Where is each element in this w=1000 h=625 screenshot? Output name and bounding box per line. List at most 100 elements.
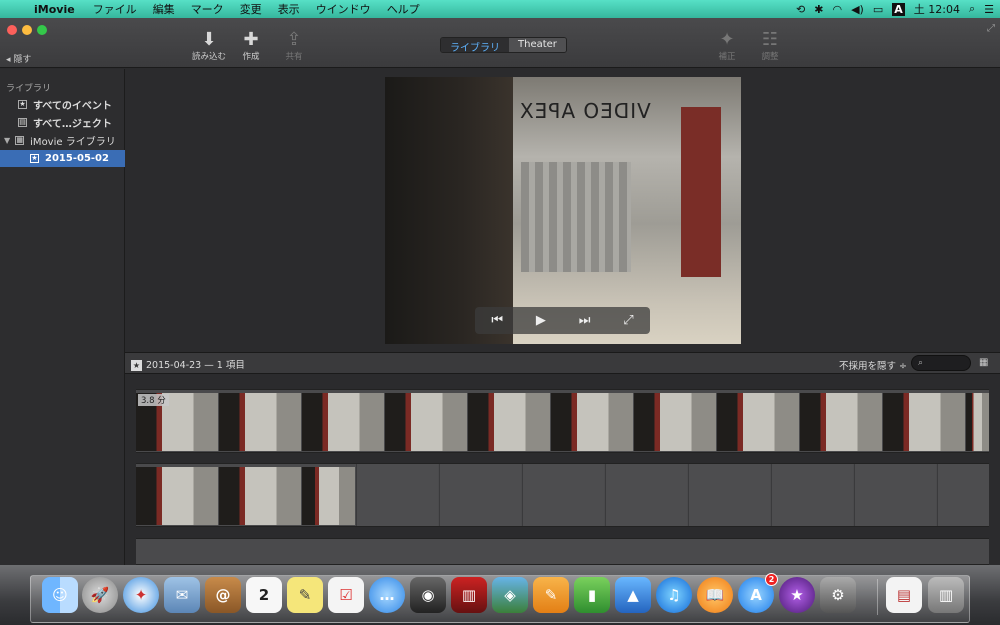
facetime-icon[interactable]: ◉ — [410, 577, 446, 613]
adjust-button[interactable]: ☷ 調整 — [746, 30, 794, 63]
clip-thumbnail[interactable] — [551, 393, 633, 451]
launchpad-icon[interactable]: 🚀 — [82, 577, 118, 613]
messages-icon[interactable]: … — [369, 577, 405, 613]
minimize-window-button[interactable] — [22, 25, 32, 35]
tab-library[interactable]: ライブラリ — [441, 38, 509, 52]
menu-modify[interactable]: 変更 — [240, 1, 262, 17]
video-viewer[interactable]: VIDEO APEX ⏮ ▶ ⏭ ⤢ — [385, 77, 741, 344]
clip-thumbnail[interactable] — [634, 393, 716, 451]
battery-icon[interactable]: ▭ — [873, 3, 883, 16]
clip-thumbnail[interactable] — [800, 393, 882, 451]
time-machine-icon[interactable]: ⟲ — [796, 3, 805, 16]
clip-thumbnail[interactable] — [302, 467, 355, 525]
app-menu[interactable]: iMovie — [34, 3, 75, 16]
tab-theater[interactable]: Theater — [509, 38, 566, 52]
mail-icon[interactable]: ✉ — [164, 577, 200, 613]
document-icon[interactable]: ▤ — [886, 577, 922, 613]
contacts-icon[interactable]: @ — [205, 577, 241, 613]
clock[interactable]: 土 12:04 — [914, 1, 960, 17]
library-sidebar: ライブラリ ★ すべてのイベント ▤ すべて…ジェクト ▼ ▦ iMovie ラ… — [0, 69, 125, 565]
filmstrip-row[interactable] — [136, 463, 989, 527]
import-button[interactable]: ⬇ 読み込む — [185, 29, 233, 63]
video-frame-street: VIDEO APEX — [513, 77, 741, 344]
share-icon: ⇪ — [286, 29, 302, 50]
close-window-button[interactable] — [7, 25, 17, 35]
share-button[interactable]: ⇪ 共有 — [270, 29, 318, 63]
clip-thumbnail[interactable] — [468, 393, 550, 451]
reminders-icon[interactable]: ☑ — [328, 577, 364, 613]
wifi-icon[interactable]: ◠ — [832, 3, 842, 16]
clip-thumbnail[interactable] — [883, 393, 965, 451]
empty-frame-slot — [937, 464, 989, 526]
play-icon[interactable]: ▶ — [536, 313, 546, 328]
menu-help[interactable]: ヘルプ — [387, 1, 420, 17]
clip-thumbnail[interactable] — [302, 393, 384, 451]
sidebar-header: ライブラリ — [6, 84, 52, 94]
ibooks-icon[interactable]: 📖 — [697, 577, 733, 613]
itunes-icon[interactable]: ♫ — [656, 577, 692, 613]
sidebar-item-all-events[interactable]: ★ すべてのイベント — [0, 96, 125, 113]
filmstrip-settings-icon[interactable]: ▦ — [979, 357, 988, 368]
sidebar-item-event-2015-05-02[interactable]: ★ 2015-05-02 — [0, 150, 125, 167]
skip-forward-icon[interactable]: ⏭ — [579, 313, 591, 328]
bluetooth-icon[interactable]: ✱ — [814, 3, 823, 16]
zoom-window-button[interactable] — [37, 25, 47, 35]
empty-frame-slot — [439, 464, 521, 526]
spotlight-icon[interactable]: ⌕ — [969, 2, 975, 16]
iphoto-icon[interactable]: ◈ — [492, 577, 528, 613]
notes-icon[interactable]: ✎ — [287, 577, 323, 613]
clip-thumbnail[interactable] — [219, 467, 301, 525]
volume-icon[interactable]: ◀) — [851, 3, 864, 16]
clip-thumbnail[interactable] — [219, 393, 301, 451]
plus-icon: ✚ — [243, 29, 259, 50]
search-field[interactable]: ⌕ — [911, 355, 971, 371]
safari-icon[interactable]: ✦ — [123, 577, 159, 613]
playback-controls: ⏮ ▶ ⏭ ⤢ — [475, 307, 650, 334]
filmstrip-row[interactable]: 3.8 分 — [136, 389, 989, 453]
imovie-icon[interactable]: ★ — [779, 577, 815, 613]
dock-separator — [877, 579, 878, 615]
clip-thumbnail[interactable] — [717, 393, 799, 451]
clip-thumbnail[interactable] — [136, 467, 218, 525]
sidebar-item-imovie-library[interactable]: ▼ ▦ iMovie ライブラリ — [0, 132, 125, 149]
photo-booth-icon[interactable]: ▥ — [451, 577, 487, 613]
create-button[interactable]: ✚ 作成 — [227, 29, 275, 63]
calendar-icon[interactable]: 2 — [246, 577, 282, 613]
numbers-icon[interactable]: ▮ — [574, 577, 610, 613]
app-store-icon[interactable]: A 2 — [738, 573, 778, 613]
disclosure-triangle-icon[interactable]: ▼ — [4, 136, 10, 145]
star-box-icon: ★ — [18, 100, 27, 109]
keynote-icon[interactable]: ▲ — [615, 577, 651, 613]
notification-center-icon[interactable]: ☰ — [984, 3, 994, 16]
menu-view[interactable]: 表示 — [278, 1, 300, 17]
filmstrip-row-partial — [136, 538, 989, 565]
menu-file[interactable]: ファイル — [93, 1, 137, 17]
finder-icon[interactable]: ☺ — [42, 577, 78, 613]
hide-rejected-dropdown[interactable]: 不採用を隠す ÷ — [839, 358, 907, 372]
skip-back-icon[interactable]: ⏮ — [491, 313, 503, 328]
fullscreen-play-icon[interactable]: ⤢ — [623, 313, 633, 328]
menu-mark[interactable]: マーク — [191, 1, 224, 17]
input-menu-icon[interactable]: A — [892, 2, 905, 16]
menu-bar: iMovie ファイル 編集 マーク 変更 表示 ウインドウ ヘルプ ⟲ ✱ ◠… — [0, 0, 1000, 18]
building-image — [521, 162, 631, 272]
empty-frame-slot — [854, 464, 936, 526]
fullscreen-icon[interactable]: ⤢ — [987, 23, 995, 34]
menu-window[interactable]: ウインドウ — [316, 1, 371, 17]
app-store-badge: 2 — [765, 573, 778, 586]
hide-sidebar-button[interactable]: ◂ 隠す — [6, 52, 31, 65]
pages-icon[interactable]: ✎ — [533, 577, 569, 613]
clip-thumbnail[interactable] — [966, 393, 989, 451]
grid-icon: ▦ — [15, 136, 25, 145]
enhance-button[interactable]: ✦ 補正 — [703, 30, 751, 63]
search-icon: ⌕ — [918, 358, 924, 368]
hide-sidebar-icon: ◂ — [6, 55, 11, 65]
download-arrow-icon: ⬇ — [201, 29, 217, 50]
event-browser-bar: ★ 2015-04-23 — 1 項目 不採用を隠す ÷ ⌕ ▦ — [125, 352, 1000, 374]
toolbar: ◂ 隠す ⬇ 読み込む ✚ 作成 ⇪ 共有 ライブラリ Theater ✦ 補正… — [0, 18, 1000, 68]
sidebar-item-all-projects[interactable]: ▤ すべて…ジェクト — [0, 114, 125, 131]
system-preferences-icon[interactable]: ⚙ — [820, 577, 856, 613]
clip-thumbnail[interactable] — [385, 393, 467, 451]
menu-edit[interactable]: 編集 — [153, 1, 175, 17]
trash-icon[interactable]: ▥ — [928, 577, 964, 613]
